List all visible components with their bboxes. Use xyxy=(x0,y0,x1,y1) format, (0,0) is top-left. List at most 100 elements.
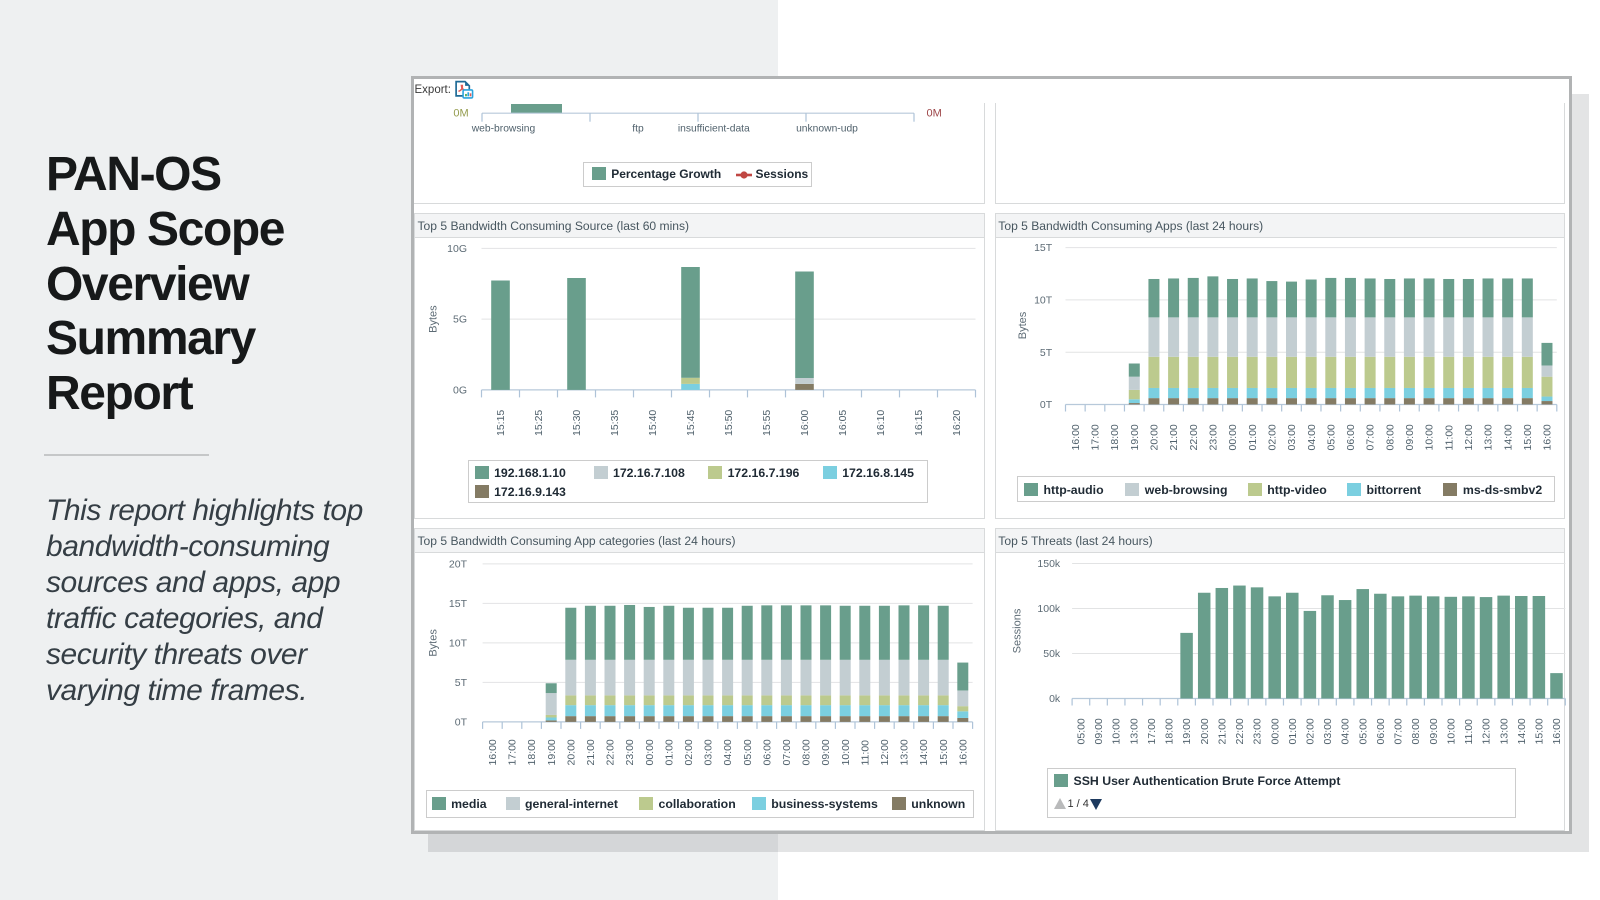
svg-text:08:00: 08:00 xyxy=(801,739,813,765)
svg-text:19:00: 19:00 xyxy=(1181,718,1193,744)
svg-text:Sessions: Sessions xyxy=(1011,608,1023,653)
svg-text:02:00: 02:00 xyxy=(1304,718,1316,744)
svg-text:19:00: 19:00 xyxy=(1129,424,1141,450)
svg-text:03:00: 03:00 xyxy=(1286,424,1298,450)
svg-text:16:00: 16:00 xyxy=(487,739,499,765)
svg-text:10:00: 10:00 xyxy=(1423,424,1435,450)
svg-text:16:20: 16:20 xyxy=(951,409,963,435)
svg-text:15T: 15T xyxy=(449,598,468,610)
svg-text:08:00: 08:00 xyxy=(1410,718,1422,744)
svg-text:03:00: 03:00 xyxy=(703,739,715,765)
svg-text:15:30: 15:30 xyxy=(571,409,583,435)
svg-text:06:00: 06:00 xyxy=(1345,424,1357,450)
svg-text:15:00: 15:00 xyxy=(1533,718,1545,744)
svg-text:19:00: 19:00 xyxy=(546,739,558,765)
svg-text:5T: 5T xyxy=(455,677,468,689)
svg-text:12:00: 12:00 xyxy=(1480,718,1492,744)
svg-text:08:00: 08:00 xyxy=(1384,424,1396,450)
svg-text:00:00: 00:00 xyxy=(644,739,656,765)
svg-text:14:00: 14:00 xyxy=(918,739,930,765)
svg-text:15:45: 15:45 xyxy=(685,409,697,435)
svg-text:15:00: 15:00 xyxy=(1522,424,1534,450)
svg-text:13:00: 13:00 xyxy=(1128,718,1140,744)
svg-text:0M: 0M xyxy=(453,108,468,120)
svg-text:5G: 5G xyxy=(453,313,467,325)
svg-text:23:00: 23:00 xyxy=(1207,424,1219,450)
svg-text:ftp: ftp xyxy=(632,123,644,134)
svg-text:20:00: 20:00 xyxy=(1199,718,1211,744)
svg-text:22:00: 22:00 xyxy=(1234,718,1246,744)
svg-text:15:00: 15:00 xyxy=(938,739,950,765)
svg-text:06:00: 06:00 xyxy=(761,739,773,765)
svg-text:18:00: 18:00 xyxy=(526,739,538,765)
svg-text:11:00: 11:00 xyxy=(859,740,871,766)
svg-text:09:00: 09:00 xyxy=(820,739,832,765)
svg-text:150k: 150k xyxy=(1037,558,1061,570)
svg-text:15:40: 15:40 xyxy=(647,409,659,435)
svg-text:16:10: 16:10 xyxy=(875,409,887,435)
svg-text:12:00: 12:00 xyxy=(879,739,891,765)
svg-text:13:00: 13:00 xyxy=(1498,718,1510,744)
svg-text:10G: 10G xyxy=(447,243,467,255)
svg-text:05:00: 05:00 xyxy=(742,739,754,765)
svg-text:05:00: 05:00 xyxy=(1075,718,1087,744)
svg-text:05:00: 05:00 xyxy=(1325,424,1337,450)
svg-text:20:00: 20:00 xyxy=(565,739,577,765)
svg-text:15T: 15T xyxy=(1034,242,1053,254)
svg-text:Bytes: Bytes xyxy=(1017,311,1029,339)
svg-text:21:00: 21:00 xyxy=(1216,718,1228,744)
svg-text:16:00: 16:00 xyxy=(799,409,811,435)
svg-text:15:25: 15:25 xyxy=(533,409,545,435)
svg-text:17:00: 17:00 xyxy=(1089,424,1101,450)
svg-text:07:00: 07:00 xyxy=(781,739,793,765)
svg-text:18:00: 18:00 xyxy=(1163,718,1175,744)
svg-text:10:00: 10:00 xyxy=(1445,718,1457,744)
svg-text:02:00: 02:00 xyxy=(683,739,695,765)
svg-text:01:00: 01:00 xyxy=(1247,424,1259,450)
svg-text:03:00: 03:00 xyxy=(1322,718,1334,744)
svg-text:0M: 0M xyxy=(927,108,942,120)
svg-text:16:00: 16:00 xyxy=(1551,718,1563,744)
svg-text:unknown-udp: unknown-udp xyxy=(796,123,858,134)
svg-text:0k: 0k xyxy=(1049,693,1061,705)
svg-text:0T: 0T xyxy=(1040,399,1053,411)
svg-text:22:00: 22:00 xyxy=(1188,424,1200,450)
svg-text:07:00: 07:00 xyxy=(1392,718,1404,744)
svg-text:05:00: 05:00 xyxy=(1357,718,1369,744)
svg-text:20:00: 20:00 xyxy=(1148,424,1160,450)
svg-text:15:35: 15:35 xyxy=(609,409,621,435)
svg-text:01:00: 01:00 xyxy=(1287,718,1299,744)
svg-text:09:00: 09:00 xyxy=(1093,718,1105,744)
svg-text:13:00: 13:00 xyxy=(899,739,911,765)
svg-text:Bytes: Bytes xyxy=(428,304,440,332)
svg-text:06:00: 06:00 xyxy=(1375,718,1387,744)
svg-text:00:00: 00:00 xyxy=(1227,424,1239,450)
svg-text:insufficient-data: insufficient-data xyxy=(678,123,750,134)
svg-text:22:00: 22:00 xyxy=(605,739,617,765)
svg-text:13:00: 13:00 xyxy=(1482,424,1494,450)
svg-text:16:00: 16:00 xyxy=(1541,424,1553,450)
svg-text:15:50: 15:50 xyxy=(723,409,735,435)
svg-text:00:00: 00:00 xyxy=(1269,718,1281,744)
svg-text:15:55: 15:55 xyxy=(761,409,773,435)
svg-text:04:00: 04:00 xyxy=(722,739,734,765)
svg-text:17:00: 17:00 xyxy=(1146,718,1158,744)
svg-text:09:00: 09:00 xyxy=(1404,424,1416,450)
svg-text:11:00: 11:00 xyxy=(1463,719,1475,745)
svg-text:17:00: 17:00 xyxy=(507,739,519,765)
svg-text:09:00: 09:00 xyxy=(1428,718,1440,744)
svg-text:01:00: 01:00 xyxy=(663,739,675,765)
svg-text:0T: 0T xyxy=(455,717,468,729)
svg-text:16:15: 16:15 xyxy=(913,409,925,435)
svg-text:web-browsing: web-browsing xyxy=(471,123,536,134)
svg-text:100k: 100k xyxy=(1037,603,1061,615)
svg-text:16:00: 16:00 xyxy=(1070,424,1082,450)
svg-text:23:00: 23:00 xyxy=(1251,718,1263,744)
svg-text:12:00: 12:00 xyxy=(1463,424,1475,450)
svg-text:14:00: 14:00 xyxy=(1516,718,1528,744)
svg-text:14:00: 14:00 xyxy=(1502,424,1514,450)
svg-text:18:00: 18:00 xyxy=(1109,424,1121,450)
svg-text:02:00: 02:00 xyxy=(1266,424,1278,450)
svg-text:15:15: 15:15 xyxy=(495,409,507,435)
svg-text:20T: 20T xyxy=(449,559,468,571)
